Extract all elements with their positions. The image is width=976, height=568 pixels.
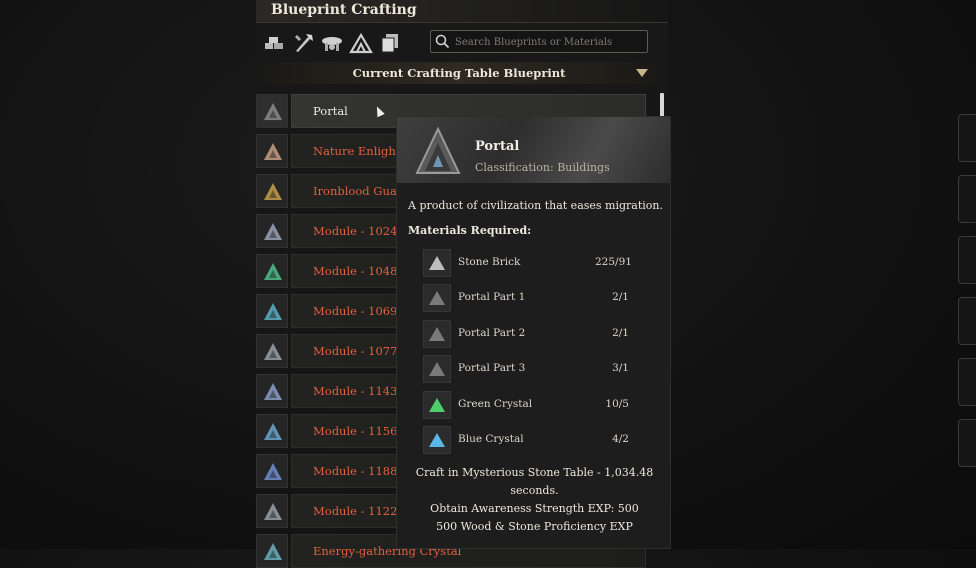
blueprint-thumbnail-icon — [256, 254, 288, 288]
material-name: Blue Crystal — [458, 433, 524, 445]
tooltip-classification: Classification: Buildings — [475, 161, 610, 174]
cards-icon[interactable] — [378, 31, 402, 55]
side-tab[interactable] — [958, 419, 976, 467]
tooltip-description: A product of civilization that eases mig… — [408, 199, 663, 212]
side-tab[interactable] — [958, 236, 976, 284]
tooltip-footer-line: Craft in Mysterious Stone Table - 1,034.… — [415, 466, 654, 479]
blueprint-name: Portal — [313, 104, 348, 118]
title-bar: Blueprint Crafting — [256, 0, 668, 23]
blueprint-name: Module - 1122 — [313, 504, 398, 518]
blueprint-thumbnail-icon — [256, 494, 288, 528]
side-tab[interactable] — [958, 358, 976, 406]
blueprint-name: Module - 1077 — [313, 344, 398, 358]
side-tab[interactable] — [958, 175, 976, 223]
tooltip-footer-line: seconds. — [510, 484, 559, 497]
portal-part-icon — [423, 284, 451, 313]
material-name: Portal Part 3 — [458, 362, 526, 375]
blueprint-name: Module - 1143 — [313, 384, 398, 398]
blueprint-thumbnail-icon — [256, 294, 288, 328]
tent-icon[interactable] — [349, 31, 373, 55]
stone-pile-icon[interactable] — [262, 31, 286, 55]
portal-icon — [415, 126, 461, 174]
material-quantity: 2/1 — [612, 291, 629, 304]
material-row: Green Crystal 10/5 — [423, 390, 663, 419]
portal-part-icon — [423, 319, 451, 348]
blueprint-name: Module - 1024 — [313, 224, 398, 238]
workbench-icon[interactable] — [320, 31, 344, 55]
blueprint-thumbnail-icon — [256, 94, 288, 128]
window-title: Blueprint Crafting — [271, 2, 417, 18]
tooltip-header: Portal Classification: Buildings — [397, 117, 670, 183]
material-name: Stone Brick — [458, 256, 521, 268]
blueprint-thumbnail-icon — [256, 414, 288, 448]
blueprint-name: Module - 1188 — [313, 464, 398, 478]
blueprint-thumbnail-icon — [256, 214, 288, 248]
blueprint-thumbnail-icon — [256, 534, 288, 568]
tools-icon[interactable] — [292, 31, 316, 55]
material-quantity: 10/5 — [605, 397, 629, 410]
blueprint-tooltip: Portal Classification: Buildings A produ… — [396, 116, 671, 549]
material-row: Blue Crystal 4/2 — [423, 426, 663, 454]
stone-brick-icon — [423, 249, 451, 277]
material-row: Portal Part 2 2/1 — [423, 319, 663, 348]
search-input[interactable] — [453, 33, 647, 52]
material-name: Portal Part 2 — [458, 326, 526, 339]
crafting-table-dropdown[interactable]: Current Crafting Table Blueprint — [262, 62, 656, 84]
blueprint-thumbnail-icon — [256, 454, 288, 488]
tooltip-footer-line: 500 Wood & Stone Proficiency EXP — [436, 520, 633, 533]
material-name: Green Crystal — [458, 397, 533, 410]
search-icon — [435, 34, 450, 49]
blueprint-thumbnail-icon — [256, 134, 288, 168]
material-quantity: 3/1 — [612, 362, 629, 375]
material-row: Portal Part 1 2/1 — [423, 284, 663, 313]
tooltip-title: Portal — [475, 139, 520, 154]
material-quantity: 225/91 — [595, 256, 632, 268]
green-crystal-icon — [423, 390, 451, 419]
blueprint-thumbnail-icon — [256, 174, 288, 208]
material-quantity: 2/1 — [612, 326, 629, 339]
blueprint-thumbnail-icon — [256, 334, 288, 368]
materials-heading: Materials Required: — [408, 224, 532, 237]
dropdown-label: Current Crafting Table Blueprint — [352, 66, 566, 80]
material-row: Portal Part 3 3/1 — [423, 355, 663, 384]
blueprint-name: Module - 1156 — [313, 424, 398, 438]
blueprint-thumbnail-icon — [256, 374, 288, 408]
side-tab[interactable] — [958, 114, 976, 162]
search-box[interactable] — [430, 30, 648, 53]
blueprint-name: Module - 1048 — [313, 264, 398, 278]
blueprint-name: Module - 1069 — [313, 304, 398, 318]
material-quantity: 4/2 — [612, 433, 629, 445]
side-tab[interactable] — [958, 297, 976, 345]
tooltip-footer-line: Obtain Awareness Strength EXP: 500 — [430, 502, 639, 515]
material-row: Stone Brick 225/91 — [423, 249, 663, 277]
material-name: Portal Part 1 — [458, 291, 526, 304]
blue-crystal-icon — [423, 426, 451, 454]
portal-part-icon — [423, 355, 451, 384]
chevron-down-icon — [636, 69, 648, 77]
